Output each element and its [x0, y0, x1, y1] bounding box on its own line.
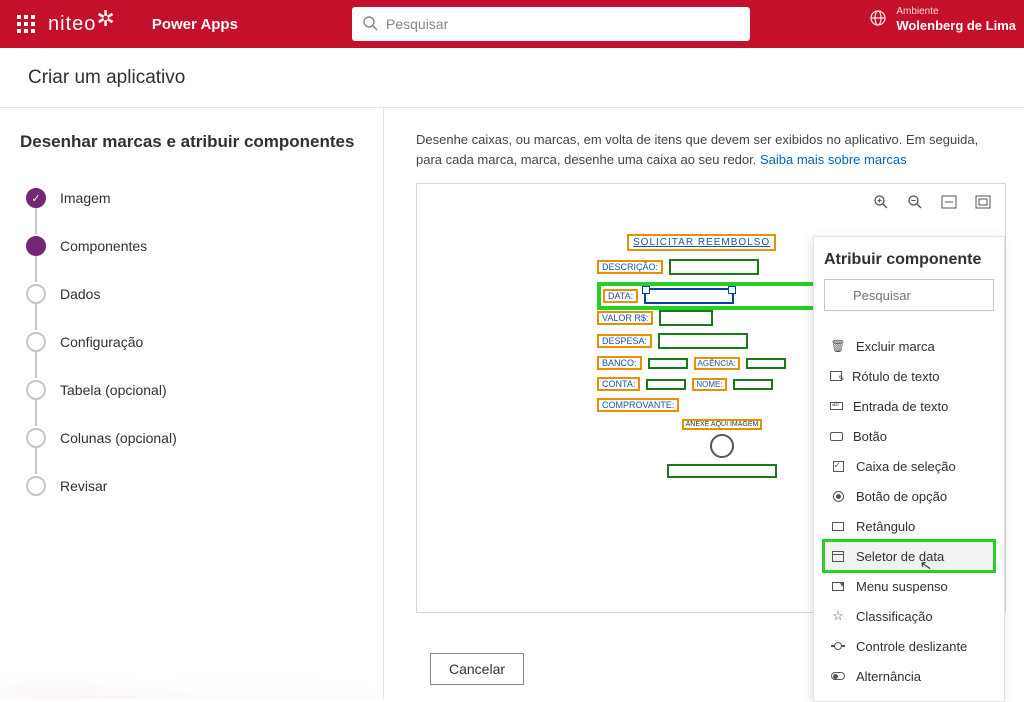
step-revisar[interactable]: Revisar	[26, 462, 363, 510]
right-column: Desenhe caixas, ou marcas, em volta de i…	[384, 108, 1024, 699]
button-icon	[830, 432, 843, 441]
left-heading: Desenhar marcas e atribuir componentes	[20, 132, 363, 152]
search-wrap	[352, 7, 750, 41]
search-input[interactable]	[352, 7, 750, 41]
waffle-icon	[17, 15, 35, 33]
text-label-icon	[830, 371, 842, 381]
checkbox-icon	[830, 458, 846, 474]
step-colunas[interactable]: Colunas (opcional)	[26, 414, 363, 462]
sketch-image: SOLICITAR REEMBOLSO DESCRIÇÃO: DATA: VAL…	[597, 234, 847, 484]
brand: niteo✲ Power Apps	[48, 10, 238, 38]
slider-icon	[830, 638, 846, 654]
opt-button[interactable]: Botão	[824, 421, 994, 451]
fit-width-button[interactable]	[939, 192, 959, 212]
opt-slider[interactable]: Controle deslizante	[824, 631, 994, 661]
step-bullet	[26, 380, 46, 400]
env-label: Ambiente	[896, 6, 1016, 18]
step-dados[interactable]: Dados	[26, 270, 363, 318]
step-bullet	[26, 428, 46, 448]
opt-rating[interactable]: Classificação	[824, 601, 994, 631]
opt-date-picker[interactable]: Seletor de data↖	[824, 541, 994, 571]
text-input-icon	[830, 402, 843, 410]
dropdown-icon	[830, 578, 846, 594]
trash-icon	[830, 338, 846, 354]
assign-component-panel: Atribuir componente ⌕ Excluir marca Rótu…	[813, 236, 1005, 702]
learn-more-link[interactable]: Saiba mais sobre marcas	[760, 152, 907, 167]
step-imagem[interactable]: ✓ Imagem	[26, 174, 363, 222]
search-icon	[362, 15, 378, 36]
niteo-logo: niteo✲	[48, 10, 116, 38]
opt-toggle[interactable]: Alternância	[824, 661, 994, 691]
opt-radio[interactable]: Botão de opção	[824, 481, 994, 511]
zoom-in-button[interactable]	[871, 192, 891, 212]
fullscreen-button[interactable]	[973, 192, 993, 212]
toggle-icon	[830, 668, 846, 684]
rectangle-icon	[830, 518, 846, 534]
calendar-icon	[830, 548, 846, 564]
title-bar: Criar um aplicativo	[0, 48, 1024, 108]
design-canvas[interactable]: SOLICITAR REEMBOLSO DESCRIÇÃO: DATA: VAL…	[416, 183, 1006, 613]
panel-title: Atribuir componente	[824, 251, 994, 269]
env-value: Wolenberg de Lima	[896, 18, 1016, 34]
environment-picker[interactable]: Ambiente Wolenberg de Lima	[868, 6, 1016, 34]
opt-text-label[interactable]: Rótulo de texto	[824, 361, 994, 391]
step-tabela[interactable]: Tabela (opcional)	[26, 366, 363, 414]
check-icon: ✓	[26, 188, 46, 208]
left-column: Desenhar marcas e atribuir componentes ✓…	[0, 108, 384, 699]
product-name: Power Apps	[152, 16, 238, 33]
step-list: ✓ Imagem Componentes Dados Configuração …	[26, 174, 363, 510]
opt-dropdown[interactable]: Menu suspenso	[824, 571, 994, 601]
cancel-button[interactable]: Cancelar	[430, 653, 524, 685]
step-bullet	[26, 284, 46, 304]
step-componentes[interactable]: Componentes	[26, 222, 363, 270]
component-search-input[interactable]	[824, 279, 994, 311]
opt-rectangle[interactable]: Retângulo	[824, 511, 994, 541]
step-bullet	[26, 236, 46, 256]
step-bullet	[26, 332, 46, 352]
instructions: Desenhe caixas, ou marcas, em volta de i…	[416, 130, 1006, 169]
step-bullet	[26, 476, 46, 496]
star-icon	[830, 608, 846, 624]
environment-icon	[868, 8, 888, 31]
opt-delete-tag[interactable]: Excluir marca	[824, 331, 994, 361]
selected-sketch-row[interactable]: DATA:	[597, 282, 847, 310]
opt-text-input[interactable]: Entrada de texto	[824, 391, 994, 421]
zoom-out-button[interactable]	[905, 192, 925, 212]
footer: Cancelar	[430, 653, 524, 685]
canvas-toolbar	[871, 192, 993, 212]
app-launcher-button[interactable]	[8, 6, 44, 42]
opt-checkbox[interactable]: Caixa de seleção	[824, 451, 994, 481]
app-header: niteo✲ Power Apps Ambiente Wolenberg de …	[0, 0, 1024, 48]
radio-icon	[830, 488, 846, 504]
step-configuracao[interactable]: Configuração	[26, 318, 363, 366]
sketch-title: SOLICITAR REEMBOLSO	[627, 234, 776, 251]
page-title: Criar um aplicativo	[28, 67, 185, 89]
